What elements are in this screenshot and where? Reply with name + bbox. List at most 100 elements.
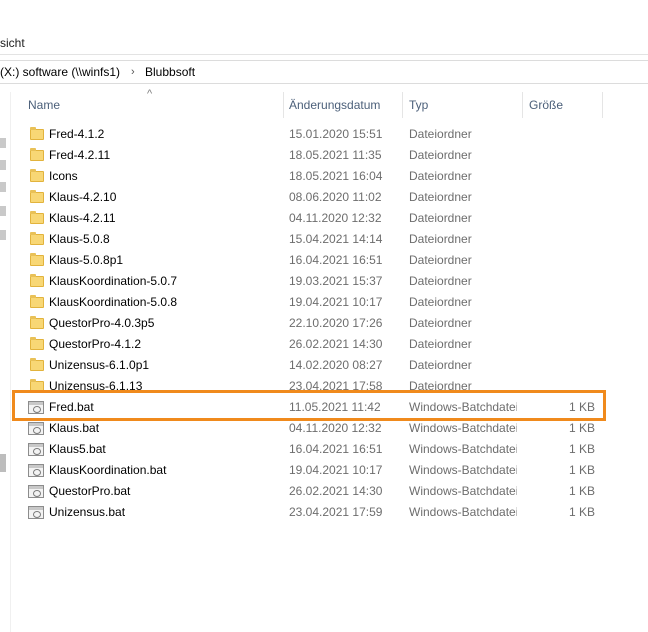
column-divider[interactable]	[402, 92, 403, 118]
folder-icon	[30, 232, 44, 245]
file-name: KlausKoordination-5.0.7	[49, 274, 178, 288]
folder-icon	[30, 295, 44, 308]
batch-file-icon	[28, 443, 44, 456]
file-type: Dateiordner	[409, 127, 472, 141]
file-name: Klaus-4.2.11	[49, 211, 116, 225]
file-row[interactable]: Klaus-4.2.11 04.11.2020 12:32 Dateiordner	[0, 208, 648, 229]
file-row[interactable]: Klaus-5.0.8p1 16.04.2021 16:51 Dateiordner	[0, 250, 648, 271]
file-name: QuestorPro.bat	[49, 484, 131, 498]
chevron-right-icon[interactable]: ›	[131, 61, 135, 83]
folder-icon	[30, 148, 44, 161]
breadcrumb-folder[interactable]: Blubbsoft	[145, 61, 195, 83]
folder-icon	[30, 274, 44, 287]
ribbon-tab-view[interactable]: sicht	[0, 35, 25, 51]
file-date: 19.04.2021 10:17	[289, 463, 383, 477]
file-date: 19.04.2021 10:17	[289, 295, 383, 309]
folder-icon	[30, 358, 44, 371]
column-header-type[interactable]: Typ	[409, 92, 428, 118]
file-date: 22.10.2020 17:26	[289, 316, 383, 330]
file-row[interactable]: QuestorPro.bat 26.02.2021 14:30 Windows-Ba…	[0, 481, 648, 502]
file-date: 04.11.2020 12:32	[289, 211, 382, 225]
column-divider[interactable]	[602, 92, 603, 118]
column-divider[interactable]	[522, 92, 523, 118]
file-type: Dateiordner	[409, 274, 472, 288]
file-date: 18.05.2021 16:04	[289, 169, 383, 183]
file-size: 1 KB	[568, 442, 595, 456]
file-date: 26.02.2021 14:30	[289, 337, 383, 351]
sort-ascending-icon: ^	[147, 88, 153, 100]
file-type: Dateiordner	[409, 253, 472, 267]
file-row[interactable]: QuestorPro-4.0.3p5 22.10.2020 17:26 Dateio…	[0, 313, 648, 334]
file-type: Dateiordner	[409, 358, 472, 372]
column-divider[interactable]	[283, 92, 284, 118]
file-date: 08.06.2020 11:02	[289, 190, 382, 204]
file-row[interactable]: Unizensus.bat 23.04.2021 17:59 Windows-Bat…	[0, 502, 648, 523]
file-name: QuestorPro-4.1.2	[49, 337, 142, 351]
folder-icon	[30, 169, 44, 182]
file-row[interactable]: KlausKoordination-5.0.8 19.04.2021 10:17 D…	[0, 292, 648, 313]
highlight-box	[12, 390, 606, 421]
file-type: Dateiordner	[409, 190, 472, 204]
file-type: Dateiordner	[409, 337, 472, 351]
file-name: Klaus-5.0.8	[49, 232, 110, 246]
file-name: Unizensus.bat	[49, 505, 126, 519]
file-date: 18.05.2021 11:35	[289, 148, 382, 162]
file-type: Windows-Batchdatei	[409, 421, 517, 435]
file-row[interactable]: Icons 18.05.2021 16:04 Dateiordner	[0, 166, 648, 187]
file-name: Klaus-4.2.10	[49, 190, 117, 204]
file-date: 15.04.2021 14:14	[289, 232, 383, 246]
file-name: Fred-4.1.2	[49, 127, 105, 141]
file-date: 04.11.2020 12:32	[289, 421, 382, 435]
ribbon-divider	[0, 54, 648, 55]
file-date: 16.04.2021 16:51	[289, 253, 383, 267]
folder-icon	[30, 316, 44, 329]
file-name: QuestorPro-4.0.3p5	[49, 316, 155, 330]
file-type: Dateiordner	[409, 148, 472, 162]
file-type: Windows-Batchdatei	[409, 442, 517, 456]
batch-file-icon	[28, 422, 44, 435]
file-size: 1 KB	[568, 421, 595, 435]
folder-icon	[30, 253, 44, 266]
file-type: Dateiordner	[409, 211, 472, 225]
file-row[interactable]: KlausKoordination.bat 19.04.2021 10:17 Win…	[0, 460, 648, 481]
file-type: Windows-Batchdatei	[409, 484, 517, 498]
file-type: Dateiordner	[409, 232, 472, 246]
file-row[interactable]: Unizensus-6.1.0p1 14.02.2020 08:27 Dateior…	[0, 355, 648, 376]
file-type: Windows-Batchdatei	[409, 505, 517, 519]
file-date: 15.01.2020 15:51	[289, 127, 383, 141]
folder-icon	[30, 127, 44, 140]
file-name: KlausKoordination.bat	[49, 463, 167, 477]
folder-icon	[30, 337, 44, 350]
column-header-name[interactable]: Name	[28, 92, 60, 118]
file-type: Windows-Batchdatei	[409, 463, 517, 477]
file-row[interactable]: Klaus-5.0.8 15.04.2021 14:14 Dateiordner	[0, 229, 648, 250]
file-name: Icons	[49, 169, 78, 183]
folder-icon	[30, 211, 44, 224]
file-size: 1 KB	[568, 505, 595, 519]
file-date: 23.04.2021 17:59	[289, 505, 383, 519]
folder-icon	[30, 190, 44, 203]
file-row[interactable]: Fred-4.1.2 15.01.2020 15:51 Dateiordner	[0, 124, 648, 145]
file-name: Klaus.bat	[49, 421, 100, 435]
file-row[interactable]: Klaus.bat 04.11.2020 12:32 Windows-Batchda…	[0, 418, 648, 439]
file-row[interactable]: Fred-4.2.11 18.05.2021 11:35 Dateiordner	[0, 145, 648, 166]
batch-file-icon	[28, 506, 44, 519]
batch-file-icon	[28, 485, 44, 498]
breadcrumb-drive[interactable]: (X:) software (\\winfs1)	[0, 61, 120, 83]
address-bar[interactable]: (X:) software (\\winfs1) › Blubbsoft	[0, 60, 648, 84]
file-row[interactable]: QuestorPro-4.1.2 26.02.2021 14:30 Dateiord…	[0, 334, 648, 355]
file-type: Dateiordner	[409, 169, 472, 183]
file-type: Dateiordner	[409, 295, 472, 309]
file-row[interactable]: Klaus5.bat 16.04.2021 16:51 Windows-Batchd…	[0, 439, 648, 460]
batch-file-icon	[28, 464, 44, 477]
file-date: 26.02.2021 14:30	[289, 484, 383, 498]
file-date: 16.04.2021 16:51	[289, 442, 383, 456]
column-header-row: ^ Name Änderungsdatum Typ Größe	[0, 88, 648, 118]
column-header-size[interactable]: Größe	[529, 92, 563, 118]
file-name: Klaus5.bat	[49, 442, 106, 456]
column-header-date[interactable]: Änderungsdatum	[289, 92, 380, 118]
file-type: Dateiordner	[409, 316, 472, 330]
file-name: Unizensus-6.1.0p1	[49, 358, 150, 372]
file-row[interactable]: Klaus-4.2.10 08.06.2020 11:02 Dateiordner	[0, 187, 648, 208]
file-row[interactable]: KlausKoordination-5.0.7 19.03.2021 15:37 D…	[0, 271, 648, 292]
